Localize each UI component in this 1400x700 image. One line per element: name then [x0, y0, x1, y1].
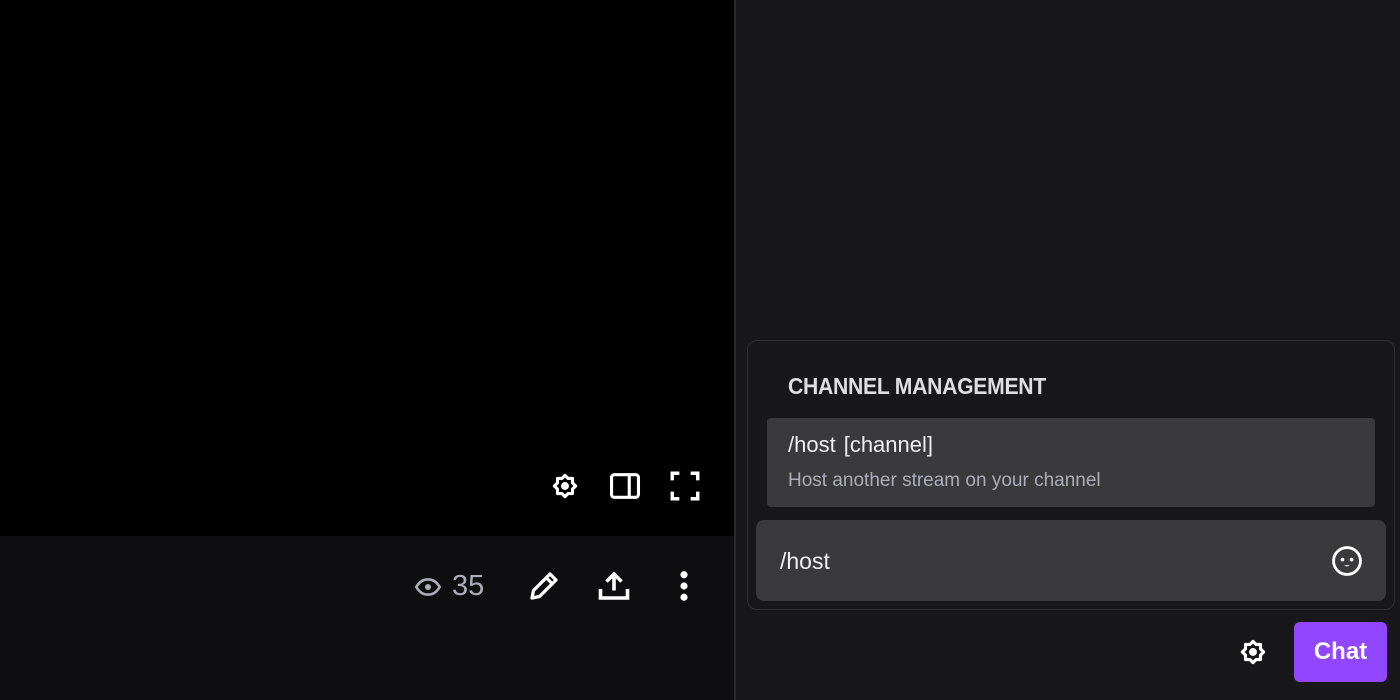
share-upload-icon: [598, 571, 630, 600]
suggestion-description: Host another stream on your channel: [788, 470, 1101, 491]
suggestion-command: /host: [788, 432, 836, 457]
emote-picker-button[interactable]: [1328, 542, 1366, 580]
sidebar-layout-icon: [609, 473, 641, 499]
gear-icon: [552, 473, 578, 499]
video-player[interactable]: [0, 0, 734, 536]
more-options-button[interactable]: [664, 566, 704, 606]
viewer-count-value: 35: [452, 570, 485, 602]
stream-info-bar: [0, 536, 734, 700]
viewer-count: 35: [414, 570, 484, 603]
chat-settings-button[interactable]: [1233, 632, 1273, 672]
fullscreen-button[interactable]: [666, 467, 704, 505]
more-vertical-icon: [680, 571, 688, 601]
player-settings-button[interactable]: [546, 467, 584, 505]
edit-stream-button[interactable]: [524, 566, 564, 606]
chat-input-field: [756, 520, 1386, 603]
player-controls: [546, 467, 704, 505]
eye-icon: [414, 577, 442, 596]
command-suggestion-host[interactable]: /host [channel] Host another stream on yo…: [767, 418, 1375, 507]
pencil-icon: [530, 572, 558, 600]
stream-actions: [524, 566, 704, 606]
suggestion-section-title: CHANNEL MANAGEMENT: [788, 373, 1046, 399]
share-button[interactable]: [594, 566, 634, 606]
chat-message-input[interactable]: [778, 520, 1322, 603]
suggestion-command-line: /host [channel]: [788, 432, 933, 458]
emote-smiley-icon: [1332, 546, 1362, 576]
theatre-mode-button[interactable]: [606, 467, 644, 505]
gear-icon: [1240, 639, 1266, 665]
suggestion-argument: [channel]: [843, 432, 933, 457]
fullscreen-icon: [670, 471, 700, 501]
send-chat-button[interactable]: Chat: [1294, 622, 1387, 682]
